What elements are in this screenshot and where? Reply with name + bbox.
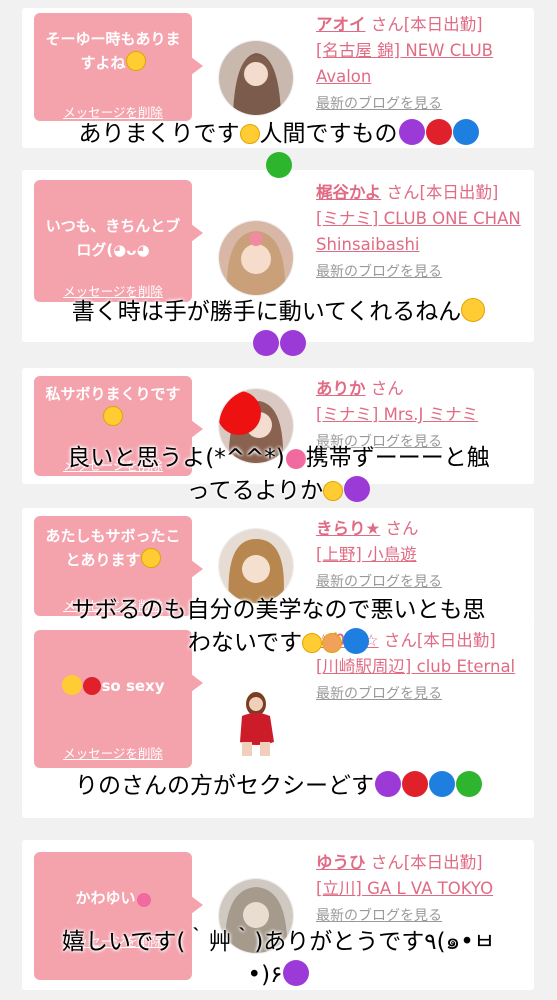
reply-text: サボるのも自分の美学なので悪いとも思 [71, 597, 486, 623]
green-heart-icon [456, 771, 482, 797]
shop-link[interactable]: [ミナミ] Mrs.J ミナミ [316, 405, 478, 424]
sweat-smile-emoji-icon [140, 548, 161, 568]
blog-link[interactable]: 最新のブログを見る [316, 908, 442, 924]
reply-overlay: 良いと思うよ(*^^*) 携帯ずーーーと触 ってるよりか [0, 442, 557, 508]
profile-status: さん [385, 519, 419, 538]
blog-link[interactable]: 最新のブログを見る [316, 574, 442, 590]
profile-info: 梶谷かよ さん[本日出勤] [ミナミ] CLUB ONE CHAN Shinsa… [316, 180, 528, 285]
profile-info: ゆうひ さん[本日出勤] [立川] GA L VA TOKYO 最新のブログを見… [316, 850, 528, 929]
red-heart-icon [402, 771, 428, 797]
green-heart-icon [266, 152, 292, 178]
laughing-emoji-icon [239, 124, 260, 144]
blog-link[interactable]: 最新のブログを見る [316, 96, 442, 112]
shop-link[interactable]: [立川] GA L VA TOKYO [316, 879, 493, 898]
reply-text: りのさんの方がセクシーどす [75, 773, 374, 799]
message-text: かわゆい [75, 889, 136, 907]
reply-overlay: ありまくりです 人間ですもの [0, 118, 557, 184]
profile-status: さん[本日出勤] [370, 853, 483, 872]
laughing-emoji-icon [125, 51, 146, 71]
reply-text: 嬉しいです(｀艸｀)ありがとうです٩(๑•ㅂ [62, 929, 495, 955]
blue-heart-icon [343, 628, 370, 654]
reply-overlay: 嬉しいです(｀艸｀)ありがとうです٩(๑•ㅂ •)۶ [0, 926, 557, 992]
purple-heart-icon [344, 476, 371, 502]
purple-heart-icon [375, 771, 401, 797]
avatar[interactable] [218, 40, 294, 116]
profile-status: さん [370, 379, 404, 398]
person-raising-hand-icon [322, 633, 343, 653]
profile-info: アオイ さん[本日出勤] [名古屋 錦] NEW CLUB Avalon 最新の… [316, 12, 528, 117]
message-text: あたしもサボったことあります [45, 527, 181, 569]
delete-message-link[interactable]: メッセージを削除 [34, 742, 192, 766]
red-heart-icon [425, 119, 452, 145]
relieved-emoji-icon [62, 675, 83, 695]
avatar[interactable] [218, 682, 292, 756]
purple-heart-icon [283, 960, 310, 986]
blue-heart-icon [429, 771, 455, 797]
profile-status: さん[本日出勤] [370, 15, 483, 34]
sweat-smile-emoji-icon [103, 406, 123, 426]
profile-name[interactable]: 梶谷かよ [316, 183, 381, 202]
profile-name[interactable]: ありか [316, 379, 366, 398]
blog-link[interactable]: 最新のブログを見る [316, 264, 442, 280]
profile-status: さん[本日出勤] [386, 183, 499, 202]
message-text: so sexy [101, 677, 165, 695]
crossed-fingers-icon [323, 481, 344, 501]
shop-link[interactable]: [ミナミ] CLUB ONE CHAN Shinsaibashi [316, 209, 521, 254]
shop-link[interactable]: [名古屋 錦] NEW CLUB Avalon [316, 41, 493, 86]
message-text: いつも、きちんとブログ(◕ᴗ◕ [45, 217, 181, 259]
red-heart-icon [83, 677, 102, 695]
avatar[interactable] [218, 528, 294, 604]
purple-heart-icon [279, 330, 306, 356]
reply-overlay: サボるのも自分の美学なので悪いとも思 わないです [0, 594, 557, 660]
reply-text: わないです [187, 630, 303, 656]
message-text: 私サボりまくりです [45, 385, 181, 403]
profile-name[interactable]: アオイ [316, 15, 366, 34]
reply-text: 携帯ずーーーと触 [305, 445, 490, 471]
reply-text: 人間ですもの [259, 121, 398, 147]
message-bubble: いつも、きちんとブログ(◕ᴗ◕ メッセージを削除 [34, 180, 203, 302]
kissing-emoji-icon [302, 633, 323, 653]
reply-text: 良いと思うよ(*^^*) [67, 445, 285, 471]
reply-text: 書く時は手が勝手に動いてくれるねん [71, 299, 462, 325]
purple-heart-icon [398, 119, 425, 145]
profile-info: きらり★ さん [上野] 小鳥遊 最新のブログを見る [316, 516, 528, 595]
purple-heart-icon [252, 330, 279, 356]
message-bubble: そーゆー時もありますよね メッセージを削除 [34, 13, 203, 121]
profile-name[interactable]: ゆうひ [316, 853, 366, 872]
reply-overlay: 書く時は手が勝手に動いてくれるねん [0, 296, 557, 362]
sparkling-heart-icon [285, 449, 306, 469]
reply-overlay: りのさんの方がセクシーどす [0, 770, 557, 803]
reply-text: ありまくりです [78, 121, 240, 147]
reply-text: •)۶ [247, 962, 283, 988]
shop-link[interactable]: [上野] 小鳥遊 [316, 545, 417, 564]
blue-heart-icon [452, 119, 479, 145]
avatar[interactable] [218, 220, 294, 296]
blog-link[interactable]: 最新のブログを見る [316, 686, 442, 702]
pink-heart-icon [136, 893, 151, 907]
message-text: そーゆー時もありますよね [45, 30, 181, 72]
reply-text: ってるよりか [186, 478, 324, 504]
smiling-hearts-emoji-icon [461, 298, 486, 322]
profile-name[interactable]: きらり★ [316, 519, 380, 538]
